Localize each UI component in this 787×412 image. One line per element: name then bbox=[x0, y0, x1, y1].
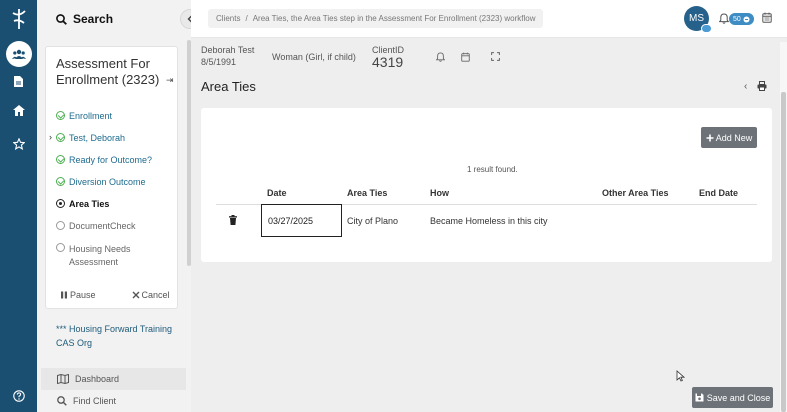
breadcrumb-current: Area Ties, the Area Ties step in the Ass… bbox=[252, 14, 536, 23]
save-icon bbox=[695, 393, 704, 402]
notification-badge[interactable]: 50 bbox=[729, 13, 754, 25]
print-icon[interactable] bbox=[757, 81, 767, 91]
map-icon bbox=[57, 374, 69, 384]
logo-icon[interactable] bbox=[9, 7, 29, 31]
org-name[interactable]: *** Housing Forward Training CAS Org bbox=[56, 322, 186, 350]
mouse-cursor-icon bbox=[676, 370, 685, 382]
calendar-icon[interactable] bbox=[762, 12, 772, 23]
empty-circle-icon bbox=[56, 221, 65, 230]
step-label: Area Ties bbox=[69, 199, 110, 209]
check-circle-icon bbox=[56, 111, 65, 120]
current-step-icon bbox=[56, 199, 65, 208]
check-circle-icon bbox=[56, 133, 65, 142]
pause-label: Pause bbox=[70, 290, 96, 300]
check-circle-icon bbox=[56, 177, 65, 186]
star-icon[interactable] bbox=[0, 138, 37, 150]
bell-icon[interactable] bbox=[719, 13, 729, 24]
area-ties-cell: City of Plano bbox=[347, 216, 399, 226]
step-label: DocumentCheck bbox=[69, 221, 136, 231]
nav-find-client-label: Find Client bbox=[73, 396, 117, 406]
client-identity: Deborah Test 8/5/1991 bbox=[201, 44, 254, 68]
client-id-block: ClientID 4319 bbox=[372, 44, 404, 70]
step-label: Ready for Outcome? bbox=[69, 155, 153, 165]
step-housing-needs[interactable]: Housing Needs Assessment bbox=[56, 243, 151, 269]
check-circle-icon bbox=[56, 155, 65, 164]
cancel-button[interactable]: Cancel bbox=[132, 290, 170, 300]
column-header-date[interactable]: Date bbox=[267, 188, 287, 198]
client-name: Deborah Test bbox=[201, 45, 255, 55]
column-header-area-ties[interactable]: Area Ties bbox=[347, 188, 387, 198]
how-cell: Became Homeless in this city bbox=[430, 216, 548, 226]
column-header-other-area-ties[interactable]: Other Area Ties bbox=[602, 188, 669, 198]
notification-count: 50 bbox=[733, 15, 741, 23]
add-new-button[interactable]: Add New bbox=[701, 127, 757, 148]
save-and-close-button[interactable]: Save and Close bbox=[692, 387, 773, 408]
scrollbar-thumb[interactable] bbox=[781, 92, 786, 412]
step-ready-for-outcome[interactable]: Ready for Outcome? bbox=[56, 155, 176, 165]
step-enrollment[interactable]: Enrollment bbox=[56, 111, 176, 121]
step-test-deborah[interactable]: › Test, Deborah bbox=[49, 132, 176, 143]
step-label: Diversion Outcome bbox=[69, 177, 146, 187]
search-icon bbox=[56, 13, 67, 25]
workflow-title: Assessment For Enrollment (2323) bbox=[56, 56, 160, 87]
calendar-icon[interactable] bbox=[461, 52, 470, 62]
step-diversion-outcome[interactable]: Diversion Outcome bbox=[56, 177, 176, 187]
plus-icon bbox=[706, 134, 714, 141]
expand-icon[interactable] bbox=[491, 52, 500, 61]
breadcrumb: Clients / Area Ties, the Area Ties step … bbox=[208, 9, 544, 28]
avatar-status-icon bbox=[701, 24, 712, 33]
workflow-card: Assessment For Enrollment (2323) ⇥ Enrol… bbox=[45, 46, 178, 309]
pause-icon bbox=[61, 291, 67, 299]
chevron-left-icon[interactable]: ‹ bbox=[744, 81, 747, 92]
step-documentcheck[interactable]: DocumentCheck bbox=[56, 221, 176, 231]
client-gender: Woman (Girl, if child) bbox=[272, 52, 356, 62]
step-label: Test, Deborah bbox=[69, 133, 126, 143]
sidebar: Search Assessment For Enrollment (2323) … bbox=[37, 0, 191, 412]
search-icon bbox=[57, 396, 67, 406]
home-icon[interactable] bbox=[0, 105, 37, 116]
empty-circle-icon bbox=[56, 243, 65, 252]
trash-icon[interactable] bbox=[229, 215, 237, 225]
minus-circle-icon bbox=[743, 16, 750, 22]
chevron-right-icon[interactable]: › bbox=[49, 132, 52, 142]
step-area-ties[interactable]: Area Ties bbox=[56, 199, 176, 209]
app-rail bbox=[0, 0, 37, 412]
column-header-how[interactable]: How bbox=[430, 188, 449, 198]
top-bar: Clients / Area Ties, the Area Ties step … bbox=[191, 0, 787, 38]
main-scrollbar[interactable] bbox=[780, 42, 787, 412]
nav-dashboard[interactable]: Dashboard bbox=[41, 368, 186, 390]
client-header: Deborah Test 8/5/1991 Woman (Girl, if ch… bbox=[191, 38, 781, 74]
breadcrumb-clients[interactable]: Clients bbox=[216, 14, 240, 23]
add-new-label: Add New bbox=[715, 132, 753, 143]
nav-find-client[interactable]: Find Client bbox=[41, 390, 186, 412]
step-label: Housing Needs Assessment bbox=[69, 244, 131, 267]
area-ties-card: Add New 1 result found. Date Area Ties H… bbox=[201, 108, 772, 262]
cancel-label: Cancel bbox=[141, 290, 170, 300]
pause-button[interactable]: Pause bbox=[60, 290, 96, 300]
save-and-close-label: Save and Close bbox=[706, 392, 771, 403]
document-icon[interactable] bbox=[0, 76, 37, 87]
avatar-initials: MS bbox=[689, 13, 704, 24]
page-title: Area Ties bbox=[201, 79, 256, 94]
workflow-actions: Pause Cancel bbox=[60, 290, 170, 300]
breadcrumb-separator: / bbox=[245, 14, 248, 23]
client-id-value: 4319 bbox=[372, 54, 404, 70]
users-icon[interactable] bbox=[0, 41, 37, 67]
help-icon[interactable] bbox=[0, 390, 37, 402]
result-count: 1 result found. bbox=[467, 165, 518, 174]
avatar[interactable]: MS bbox=[684, 6, 712, 33]
step-label: Enrollment bbox=[69, 111, 113, 121]
search-label: Search bbox=[73, 12, 114, 26]
date-cell[interactable]: 03/27/2025 bbox=[261, 204, 342, 237]
close-icon bbox=[132, 291, 140, 299]
column-header-end-date[interactable]: End Date bbox=[699, 188, 738, 198]
client-dob: 8/5/1991 bbox=[201, 57, 237, 67]
nav-dashboard-label: Dashboard bbox=[75, 374, 120, 384]
bell-icon[interactable] bbox=[436, 52, 445, 62]
pin-icon[interactable]: ⇥ bbox=[166, 75, 174, 86]
search-button[interactable]: Search bbox=[37, 0, 191, 38]
